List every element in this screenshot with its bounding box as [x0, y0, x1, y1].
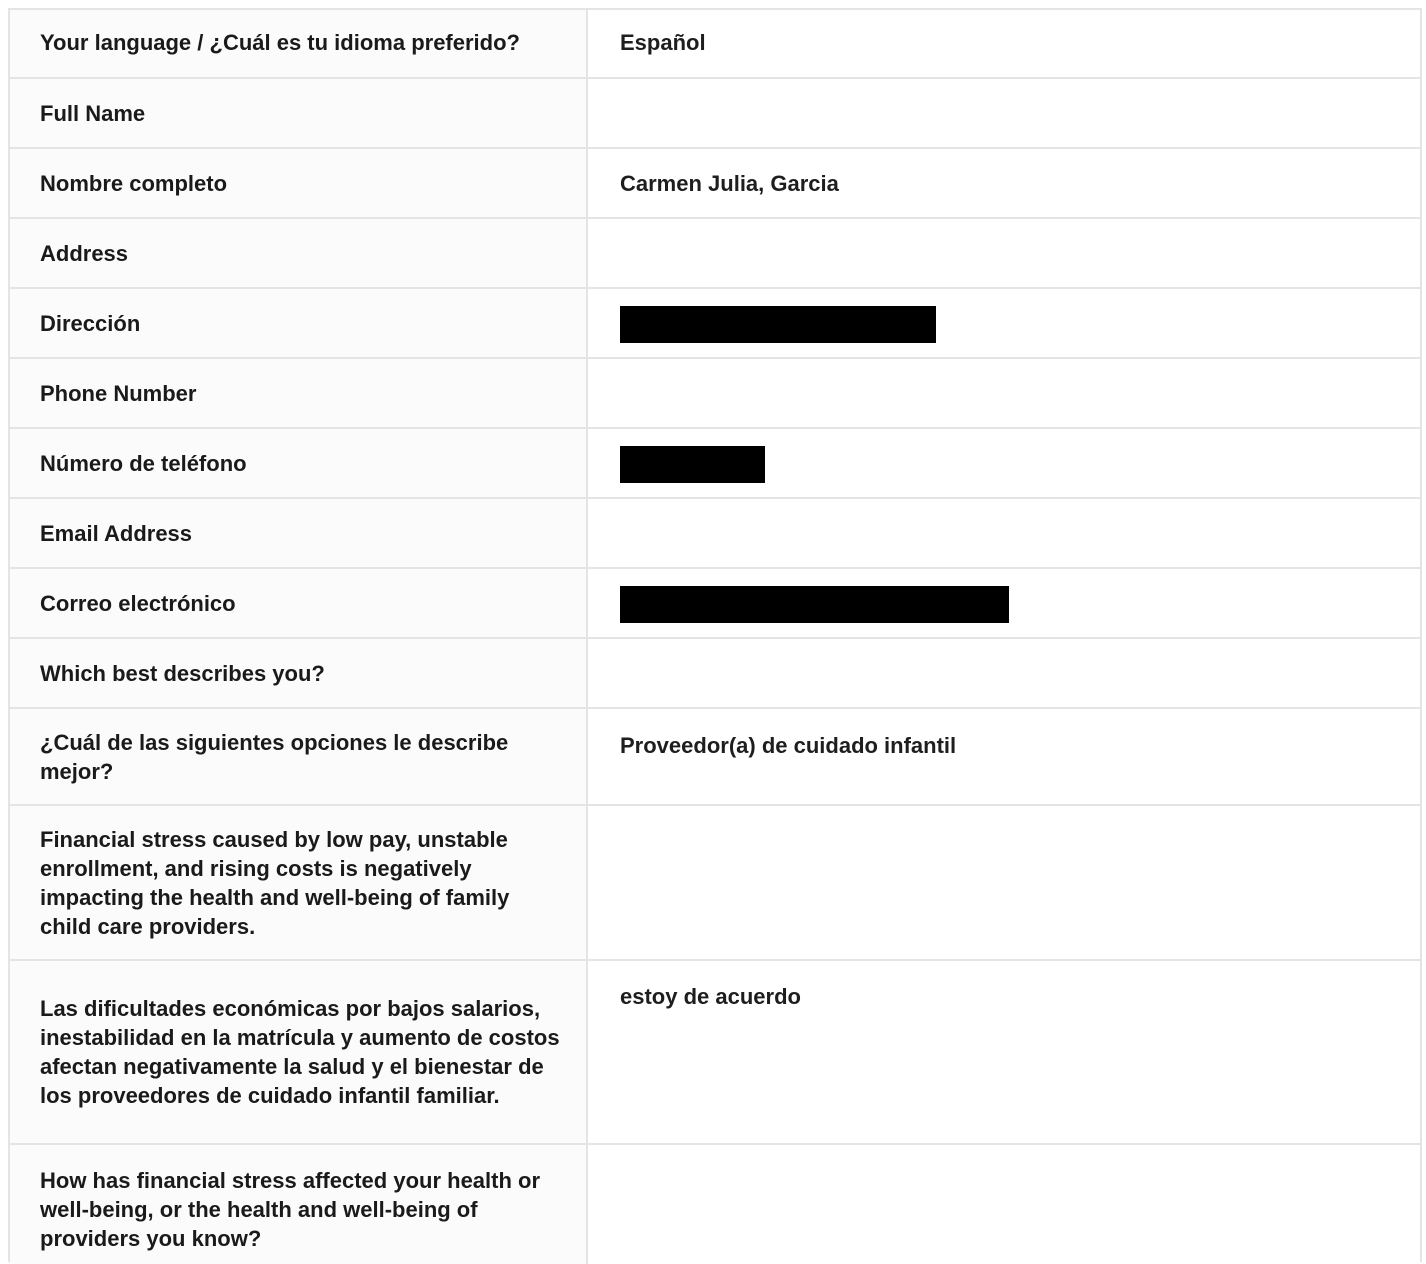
table-row: Email Address	[8, 498, 1420, 568]
table-row: Which best describes you?	[8, 638, 1420, 708]
field-value-nombre-completo: Carmen Julia, Garcia	[587, 148, 1420, 219]
field-value-email	[587, 498, 1420, 568]
table-row: How has financial stress affected your h…	[8, 1144, 1420, 1264]
table-row: Phone Number	[8, 358, 1420, 428]
table-row: Correo electrónico	[8, 568, 1420, 638]
field-value-opciones: Proveedor(a) de cuidado infantil	[587, 708, 1420, 805]
field-value-health-impact	[587, 1144, 1420, 1264]
table-row: Your language / ¿Cuál es tu idioma prefe…	[8, 8, 1420, 79]
field-label-nombre-completo: Nombre completo	[8, 148, 588, 218]
field-value-dificultades: estoy de acuerdo	[587, 960, 1420, 1144]
field-value-financial-stress	[587, 805, 1420, 960]
table-row: Nombre completo Carmen Julia, Garcia	[8, 148, 1420, 219]
field-label-opciones: ¿Cuál de las siguientes opciones le desc…	[8, 708, 588, 805]
field-label-financial-stress: Financial stress caused by low pay, unst…	[8, 805, 588, 960]
field-label-phone: Phone Number	[8, 358, 588, 428]
field-value-direccion	[587, 288, 1420, 358]
field-value-numero-telefono	[587, 428, 1420, 498]
table-row: ¿Cuál de las siguientes opciones le desc…	[8, 708, 1420, 805]
field-label-full-name: Full Name	[8, 78, 588, 148]
table-row: Full Name	[8, 78, 1420, 149]
field-label-email: Email Address	[8, 498, 588, 568]
field-label-numero-telefono: Número de teléfono	[8, 428, 588, 498]
table-row: Dirección	[8, 288, 1420, 358]
table-row: Address	[8, 218, 1420, 289]
form-responses-table: Your language / ¿Cuál es tu idioma prefe…	[8, 8, 1420, 1264]
table-row: Financial stress caused by low pay, unst…	[8, 805, 1420, 960]
field-value-language: Español	[587, 8, 1420, 79]
field-value-describes-you	[587, 638, 1420, 708]
field-value-phone	[587, 358, 1420, 428]
table-row: Número de teléfono	[8, 428, 1420, 498]
field-label-direccion: Dirección	[8, 288, 588, 358]
redaction-bar-phone	[620, 445, 765, 483]
field-label-correo: Correo electrónico	[8, 568, 588, 638]
field-label-describes-you: Which best describes you?	[8, 638, 588, 708]
field-value-full-name	[587, 78, 1420, 149]
redaction-bar-email	[620, 585, 1009, 623]
field-label-language: Your language / ¿Cuál es tu idioma prefe…	[8, 8, 588, 78]
table-row: Las dificultades económicas por bajos sa…	[8, 960, 1420, 1144]
redaction-bar-address	[620, 305, 936, 343]
field-label-health-impact: How has financial stress affected your h…	[8, 1144, 588, 1264]
field-label-address: Address	[8, 218, 588, 288]
field-value-correo	[587, 568, 1420, 638]
field-label-dificultades: Las dificultades económicas por bajos sa…	[8, 960, 588, 1144]
field-value-address	[587, 218, 1420, 289]
